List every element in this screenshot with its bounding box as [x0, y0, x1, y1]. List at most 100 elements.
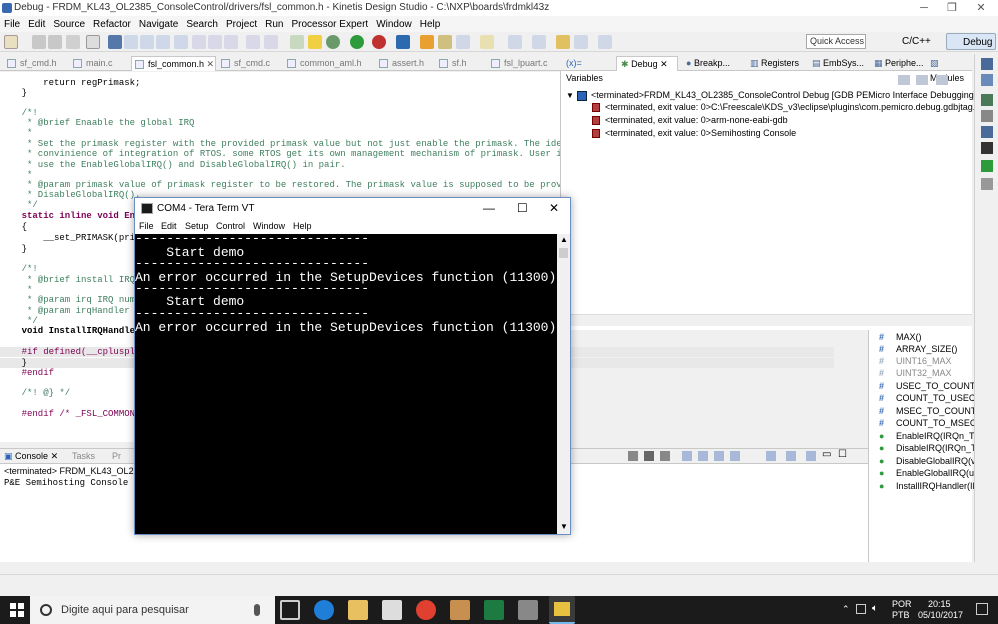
editor-vertical-scrollbar[interactable] [834, 330, 846, 430]
list-icon[interactable] [981, 126, 993, 138]
tab-peripherals[interactable]: ▦ Periphe... [870, 56, 924, 71]
close-debug-tab-icon[interactable]: ✕ [660, 59, 668, 69]
outline-item[interactable]: UINT16_MAX [896, 356, 952, 367]
teraterm-window[interactable]: COM4 - Tera Term VT — ☐ ✕ File Edit Setu… [134, 197, 571, 535]
print-icon[interactable] [66, 35, 80, 49]
menu-run[interactable]: Run [261, 17, 287, 33]
external-tools-icon[interactable] [372, 35, 386, 49]
scroll-thumb[interactable] [559, 248, 568, 258]
menu-navigate[interactable]: Navigate [135, 17, 182, 33]
task-view-icon[interactable] [280, 600, 300, 620]
close-tab-icon[interactable]: ✕ [207, 59, 215, 69]
new-console-icon[interactable] [806, 451, 816, 461]
debug-tree-item[interactable]: <terminated, exit value: 0>C:\Freescale\… [605, 102, 998, 113]
forward-icon[interactable] [574, 35, 588, 49]
tab-common-aml-h[interactable]: common_aml.h [284, 56, 374, 71]
tab-breakpoints[interactable]: ● Breakp... [682, 56, 744, 71]
instruction-step-icon[interactable] [246, 35, 260, 49]
scroll-down-icon[interactable]: ▼ [560, 522, 568, 531]
outline-item[interactable]: InstallIRQHandler(IR [896, 481, 979, 492]
calculator-icon[interactable] [518, 600, 538, 620]
console-icon[interactable] [981, 160, 993, 172]
step-return-icon[interactable] [224, 35, 238, 49]
minimize-button[interactable]: ─ [909, 0, 939, 16]
tab-console[interactable]: ▣ Console ✕ [4, 450, 58, 463]
remove-terminated-icon[interactable] [898, 75, 910, 85]
debug-tree-root[interactable]: <terminated>FRDM_KL43_OL2385_ConsoleCont… [591, 90, 976, 101]
tab-sf-h[interactable]: sf.h [436, 56, 486, 71]
teraterm-close-button[interactable]: ✕ [549, 198, 559, 219]
save-icon[interactable] [32, 35, 46, 49]
resume-icon[interactable] [124, 35, 138, 49]
remove-launch-icon[interactable] [644, 451, 654, 461]
debug-bug-icon[interactable] [326, 35, 340, 49]
terminal-scrollbar[interactable]: ▲ ▼ [557, 234, 570, 534]
menu-refactor[interactable]: Refactor [89, 17, 135, 33]
close-console-icon[interactable]: ✕ [51, 451, 59, 461]
lightning-icon[interactable] [308, 35, 322, 49]
outline-item[interactable]: MSEC_TO_COUNT() [896, 406, 982, 417]
menu-help[interactable]: Help [416, 17, 445, 33]
back-icon[interactable] [556, 35, 570, 49]
menu-processor-expert[interactable]: Processor Expert [287, 17, 372, 33]
tab-assert-h[interactable]: assert.h [376, 56, 434, 71]
clock-time[interactable]: 20:15 [928, 599, 951, 609]
app-icon[interactable] [450, 600, 470, 620]
bug-icon[interactable] [981, 94, 993, 106]
profile-icon[interactable] [396, 35, 410, 49]
terminal-screen[interactable]: ------------------------------ Start dem… [135, 232, 557, 534]
teraterm-maximize-button[interactable]: ☐ [517, 198, 528, 219]
outline-item[interactable]: USEC_TO_COUNT() [896, 381, 981, 392]
tab-debug[interactable]: ✱ Debug ✕ [616, 56, 678, 71]
tab-fsl-lpuart-c[interactable]: fsl_lpuart.c [488, 56, 558, 71]
clear-console-icon[interactable] [682, 451, 692, 461]
outline-item[interactable]: COUNT_TO_USEC() [896, 393, 981, 404]
menu-search[interactable]: Search [182, 17, 222, 33]
menu-file[interactable]: File [0, 17, 24, 33]
menu-source[interactable]: Source [49, 17, 89, 33]
word-wrap-icon[interactable] [714, 451, 724, 461]
disconnect-icon[interactable] [174, 35, 188, 49]
close-button[interactable]: ✕ [966, 0, 996, 16]
volume-icon[interactable]: 🔈︎ [872, 603, 878, 614]
notifications-icon[interactable] [976, 603, 988, 615]
outline-item[interactable]: EnableIRQ(IRQn_Typ [896, 431, 984, 442]
step-over-icon[interactable] [208, 35, 222, 49]
lang-label[interactable]: POR [892, 599, 912, 609]
debug-view-icon[interactable] [981, 74, 993, 86]
outline-item[interactable]: DisableIRQ(IRQn_Typ [896, 443, 986, 454]
tab-sf-cmd-h[interactable]: sf_cmd.h [4, 56, 64, 71]
debug-tree-item[interactable]: <terminated, exit value: 0>arm-none-eabi… [605, 115, 788, 126]
clock-date[interactable]: 05/10/2017 [918, 610, 963, 620]
terminate-icon[interactable] [156, 35, 170, 49]
save-all-icon[interactable] [48, 35, 62, 49]
view-menu-icon[interactable] [936, 75, 948, 85]
tab-sf-cmd-c[interactable]: sf_cmd.c [218, 56, 282, 71]
menu-window[interactable]: Window [372, 17, 416, 33]
chevron-up-icon[interactable]: ⌃ [842, 604, 850, 615]
pin-console-icon[interactable] [766, 451, 776, 461]
tab-embsys[interactable]: ▤ EmbSys... [808, 56, 868, 71]
tab-tasks[interactable]: Tasks [72, 450, 95, 463]
suspend-icon[interactable] [140, 35, 154, 49]
restore-button[interactable]: ❐ [937, 0, 967, 16]
lang-layout-label[interactable]: PTB [892, 610, 910, 620]
build-icon[interactable] [86, 35, 100, 49]
tab-modules[interactable]: ▧ Modules [926, 56, 972, 83]
tab-variables[interactable]: (x)= Variables [562, 56, 614, 83]
debug-tree-item[interactable]: <terminated, exit value: 0>Semihosting C… [605, 128, 796, 139]
remove-all-icon[interactable] [916, 75, 928, 85]
show-on-change-icon[interactable] [730, 451, 740, 461]
run-icon[interactable] [350, 35, 364, 49]
chrome-icon[interactable] [416, 600, 436, 620]
prev-annotation-icon[interactable] [532, 35, 546, 49]
maximize-view-icon[interactable]: ☐ [838, 449, 847, 460]
outline-item[interactable]: COUNT_TO_MSEC() [896, 418, 982, 429]
windows-start-icon[interactable] [10, 603, 24, 617]
open-type-icon[interactable] [420, 35, 434, 49]
skip-breakpoints-icon[interactable] [108, 35, 122, 49]
outline-item[interactable]: DisableGlobalIRQ(vo [896, 456, 981, 467]
drop-frame-icon[interactable] [264, 35, 278, 49]
tab-fsl-common-h[interactable]: fsl_common.h ✕ [131, 56, 216, 71]
perspective-debug[interactable]: Debug [946, 33, 996, 50]
